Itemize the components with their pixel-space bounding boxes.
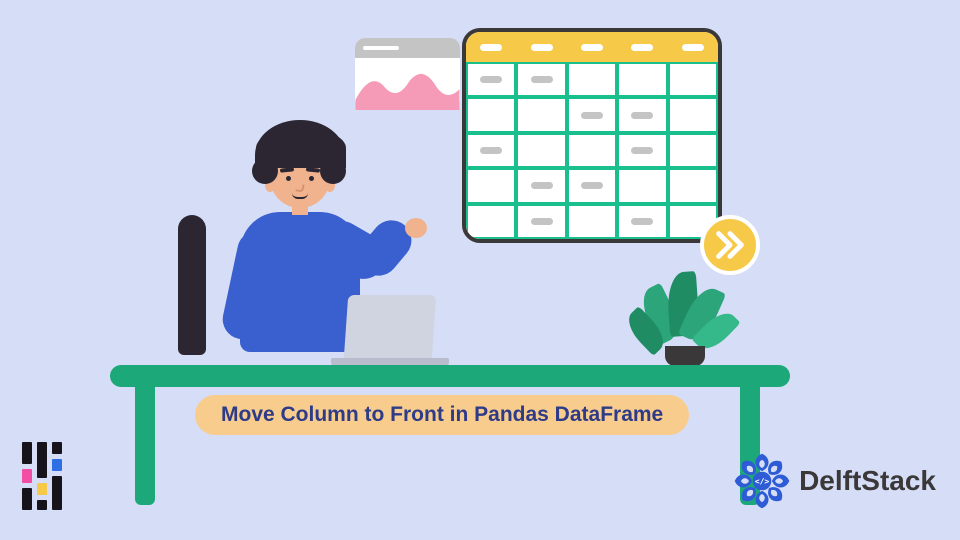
table-cell [617, 204, 667, 239]
delftstack-emblem-icon: </> [731, 450, 793, 512]
mini-chart-body [355, 58, 460, 110]
table-cell [617, 62, 667, 97]
person-hand-right [405, 218, 427, 238]
table-cell [668, 97, 718, 132]
table-cell [567, 168, 617, 203]
logo-segment [22, 488, 32, 510]
article-title: Move Column to Front in Pandas DataFrame [221, 403, 663, 426]
column-header [668, 32, 718, 62]
mini-chart-header [355, 38, 460, 58]
column-header [516, 32, 566, 62]
person-eye [309, 176, 314, 181]
logo-segment [37, 500, 47, 510]
table-cell [567, 204, 617, 239]
table-cell [516, 62, 566, 97]
table-cell [466, 62, 516, 97]
pandas-logo-icon [22, 442, 62, 510]
table-cell [466, 204, 516, 239]
mini-chart-card [355, 38, 460, 110]
table-cell [516, 168, 566, 203]
logo-segment [22, 469, 32, 483]
person-eyebrow [306, 167, 320, 172]
logo-segment [52, 476, 62, 510]
logo-bar [37, 442, 47, 510]
double-chevron-right-icon [713, 228, 747, 262]
mini-chart-title-bar [363, 46, 399, 50]
brand-name: DelftStack [799, 465, 936, 497]
table-cell [668, 133, 718, 168]
table-cell [466, 133, 516, 168]
table-cell [516, 133, 566, 168]
svg-text:</>: </> [755, 477, 770, 486]
table-cell [617, 97, 667, 132]
logo-segment [22, 442, 32, 464]
column-header [617, 32, 667, 62]
table-cell [617, 133, 667, 168]
spreadsheet-card [462, 28, 722, 243]
article-title-pill: Move Column to Front in Pandas DataFrame [195, 395, 689, 435]
area-chart-icon [355, 58, 460, 110]
logo-segment [37, 483, 47, 495]
person-eye [286, 176, 291, 181]
plant-pot [665, 346, 705, 366]
person-nose [295, 183, 304, 192]
plant [620, 260, 740, 370]
logo-segment [52, 459, 62, 471]
person-hair-curl [262, 142, 290, 166]
table-cell [668, 62, 718, 97]
spreadsheet-grid [466, 62, 718, 239]
logo-segment [37, 442, 47, 478]
person-eyebrow [280, 167, 294, 172]
desk-leg [135, 385, 155, 505]
person-hair-curl [320, 158, 346, 184]
spreadsheet-header-row [466, 32, 718, 62]
logo-bar [22, 442, 32, 510]
column-header [466, 32, 516, 62]
desk-top [110, 365, 790, 387]
table-cell [516, 204, 566, 239]
table-cell [668, 168, 718, 203]
table-cell [617, 168, 667, 203]
brand-logo: </> DelftStack [731, 450, 936, 512]
column-header [567, 32, 617, 62]
table-cell [567, 133, 617, 168]
laptop-screen [344, 295, 436, 359]
logo-bar [52, 442, 62, 510]
table-cell [466, 97, 516, 132]
table-cell [466, 168, 516, 203]
table-cell [567, 62, 617, 97]
table-cell [567, 97, 617, 132]
logo-segment [52, 442, 62, 454]
person-mouth [292, 193, 308, 199]
table-cell [516, 97, 566, 132]
